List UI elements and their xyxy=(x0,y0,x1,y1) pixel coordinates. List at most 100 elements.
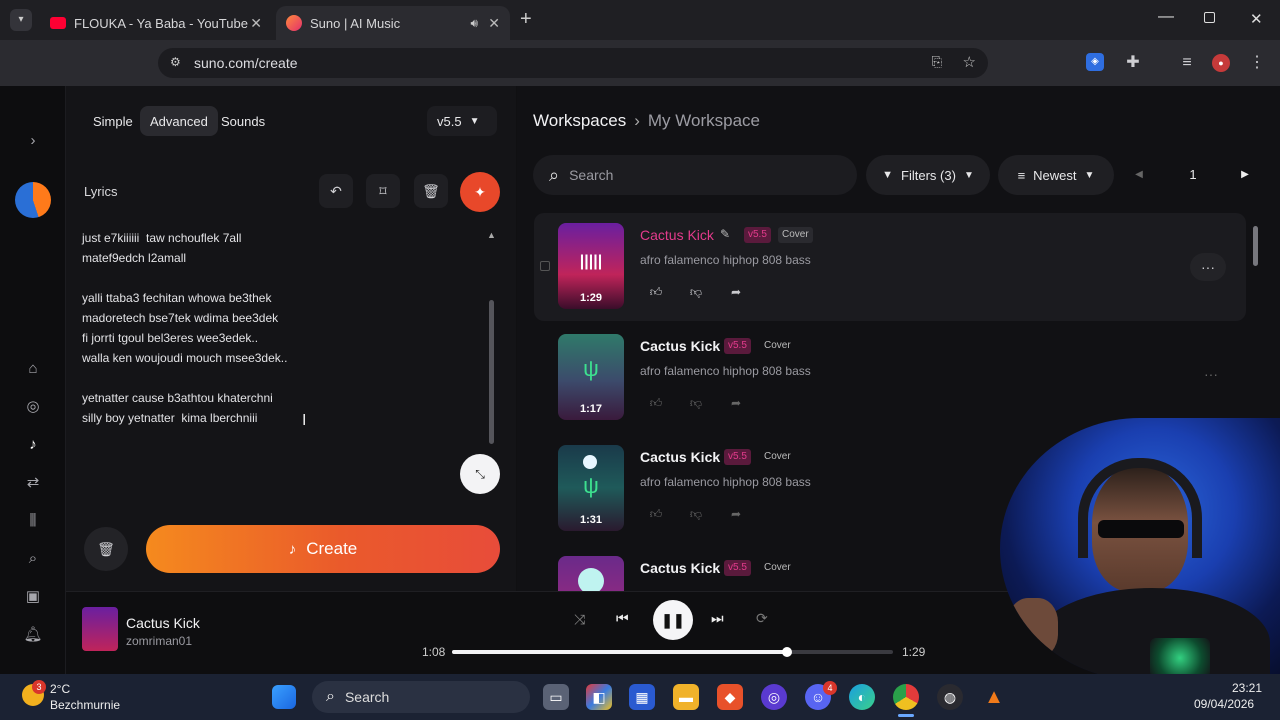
now-playing-artist[interactable]: zomriman01 xyxy=(126,634,192,648)
pause-button[interactable]: ❚❚ xyxy=(653,600,693,640)
address-bar[interactable]: ⚙︎ suno.com/create ⎘ ☆ xyxy=(158,48,988,78)
more-options-icon[interactable]: ··· xyxy=(1196,366,1226,388)
expand-chevron-icon[interactable]: › xyxy=(20,128,46,154)
speaker-icon[interactable]: 🔊︎ xyxy=(470,16,478,31)
taskbar-search-box[interactable]: ⌕ Search xyxy=(312,681,530,713)
extensions-puzzle-icon[interactable]: ✚ xyxy=(1122,52,1144,74)
tab-suno[interactable]: Suno | AI Music 🔊︎ ✕ xyxy=(276,6,510,40)
lyrics-line: madoretech bse7tek wdima bee3dek xyxy=(82,311,279,325)
like-thumb-up-icon[interactable]: 👍︎ xyxy=(647,283,665,301)
share-arrow-icon[interactable]: ➦ xyxy=(727,394,745,412)
vlc-player-icon[interactable]: ▲ xyxy=(981,684,1007,710)
song-cover-art[interactable]: ||||| 1:29 xyxy=(558,223,624,309)
media-control-icon[interactable]: ≡ xyxy=(1176,52,1198,74)
song-cover-art[interactable]: ψ 1:17 xyxy=(558,334,624,420)
generate-lyrics-button[interactable]: ✦ xyxy=(460,172,500,212)
search-icon: ⌕ xyxy=(549,164,560,185)
lyrics-scrollbar[interactable] xyxy=(489,300,494,444)
collapse-lyrics-button[interactable]: ⤡ xyxy=(460,454,500,494)
clock-time[interactable]: 23:21 xyxy=(1232,681,1262,695)
create-music-icon[interactable]: ♪ xyxy=(20,432,46,458)
studio-icon[interactable]: ⇄ xyxy=(20,470,46,496)
hooks-icon[interactable]: ▣ xyxy=(20,584,46,610)
song-row[interactable]: ||||| 1:29 Cactus Kick ✎ v5.5 Cover afro… xyxy=(534,213,1246,321)
close-window-icon[interactable]: ✕ xyxy=(1250,10,1263,28)
previous-page-button[interactable]: ◀ xyxy=(1124,160,1154,190)
dislike-thumb-down-icon[interactable]: 👎︎ xyxy=(687,283,705,301)
obs-studio-icon[interactable]: ◍ xyxy=(937,684,963,710)
new-tab-button[interactable]: + xyxy=(520,8,532,31)
media-app-icon[interactable]: ◎ xyxy=(761,684,787,710)
next-page-button[interactable]: ▶ xyxy=(1230,160,1260,190)
browser-menu-icon[interactable]: ⋮ xyxy=(1246,52,1268,74)
edit-pencil-icon[interactable]: ✎ xyxy=(720,227,730,241)
scroll-up-arrow-icon[interactable]: ▲ xyxy=(487,230,496,240)
close-tab-icon[interactable]: ✕ xyxy=(250,15,262,32)
dislike-thumb-down-icon[interactable]: 👎︎ xyxy=(687,505,705,523)
widgets-icon[interactable]: ◧ xyxy=(586,684,612,710)
song-list-scrollbar[interactable] xyxy=(1253,226,1258,266)
task-view-icon[interactable]: ▭ xyxy=(543,684,569,710)
shirt-print xyxy=(1150,638,1210,678)
bookmark-star-icon[interactable]: ☆ xyxy=(963,53,976,71)
song-cover-art[interactable] xyxy=(558,556,624,591)
progress-track[interactable] xyxy=(452,647,893,657)
chrome-browser-icon[interactable] xyxy=(893,684,919,710)
minimize-icon[interactable]: — xyxy=(1158,8,1174,26)
mode-sounds-tab[interactable]: Sounds xyxy=(211,106,275,136)
brave-browser-icon[interactable]: ◆ xyxy=(717,684,743,710)
tab-youtube[interactable]: FLOUKA - Ya Baba - YouTube ✕ xyxy=(40,6,272,40)
now-playing-title[interactable]: Cactus Kick xyxy=(126,615,200,631)
create-button[interactable]: ♪ Create xyxy=(146,525,500,573)
shuffle-icon[interactable]: ⤨ xyxy=(574,611,585,628)
next-track-icon[interactable]: ⏭︎ xyxy=(711,610,724,627)
song-cover-art[interactable]: ψ 1:31 xyxy=(558,445,624,531)
sort-button[interactable]: ≡ Newest ▼ xyxy=(998,155,1114,195)
clock-date[interactable]: 09/04/2026 xyxy=(1194,697,1254,711)
clear-lyrics-button[interactable]: 🗑︎ xyxy=(414,174,448,208)
extension-shield-icon[interactable]: ◈ xyxy=(1086,53,1104,71)
tab-search-button[interactable]: ▾ xyxy=(10,9,32,31)
notifications-bell-icon[interactable]: 🔔︎ xyxy=(20,622,46,648)
song-title[interactable]: Cactus Kick xyxy=(640,338,720,354)
repeat-icon[interactable]: ⟳ xyxy=(756,610,768,627)
search-icon[interactable]: ⌕ xyxy=(20,546,46,572)
mode-advanced-tab[interactable]: Advanced xyxy=(140,106,218,136)
explore-compass-icon[interactable]: ◎ xyxy=(20,394,46,420)
workspace-search-input[interactable]: ⌕ Search xyxy=(533,155,857,195)
select-checkbox[interactable] xyxy=(540,261,550,271)
model-version-select[interactable]: v5.5 ▼ xyxy=(427,106,497,136)
breadcrumb-workspaces-link[interactable]: Workspaces xyxy=(533,111,626,131)
restore-icon[interactable] xyxy=(1204,12,1215,23)
song-title[interactable]: Cactus Kick xyxy=(640,227,714,243)
library-icon[interactable]: ⫼ xyxy=(20,508,46,534)
undo-button[interactable]: ↶ xyxy=(319,174,353,208)
more-options-icon[interactable]: ··· xyxy=(1190,253,1226,281)
start-windows-icon[interactable] xyxy=(272,685,296,709)
previous-track-icon[interactable]: ⏮︎ xyxy=(616,610,629,627)
edge-browser-icon[interactable]: ◐ xyxy=(849,684,875,710)
save-lyrics-button[interactable]: ⌑ xyxy=(366,174,400,208)
store-icon[interactable]: ▦ xyxy=(629,684,655,710)
site-info-icon[interactable]: ⚙︎ xyxy=(170,55,181,69)
mode-simple-tab[interactable]: Simple xyxy=(83,106,143,136)
song-title[interactable]: Cactus Kick xyxy=(640,449,720,465)
like-thumb-up-icon[interactable]: 👍︎ xyxy=(647,394,665,412)
browser-tab-strip: ▾ FLOUKA - Ya Baba - YouTube ✕ Suno | AI… xyxy=(0,0,1280,40)
share-arrow-icon[interactable]: ➦ xyxy=(727,283,745,301)
weather-widget[interactable]: 3 2°C Bezchmurnie xyxy=(22,680,132,716)
share-arrow-icon[interactable]: ➦ xyxy=(727,505,745,523)
like-thumb-up-icon[interactable]: 👍︎ xyxy=(647,505,665,523)
install-app-icon[interactable]: ⎘ xyxy=(932,54,942,70)
song-row[interactable]: ψ 1:17 Cactus Kick v5.5 Cover afro falam… xyxy=(534,324,1246,432)
close-tab-icon[interactable]: ✕ xyxy=(488,15,500,32)
dislike-thumb-down-icon[interactable]: 👎︎ xyxy=(687,394,705,412)
now-playing-cover[interactable] xyxy=(82,607,118,651)
file-explorer-icon[interactable]: ▬ xyxy=(673,684,699,710)
profile-avatar-icon[interactable]: ● xyxy=(1212,54,1230,72)
song-title[interactable]: Cactus Kick xyxy=(640,560,720,576)
clear-all-button[interactable]: 🗑︎ xyxy=(84,527,128,571)
filters-button[interactable]: ▼ Filters (3) ▼ xyxy=(866,155,990,195)
user-avatar[interactable] xyxy=(15,182,51,218)
home-icon[interactable]: ⌂ xyxy=(20,356,46,382)
